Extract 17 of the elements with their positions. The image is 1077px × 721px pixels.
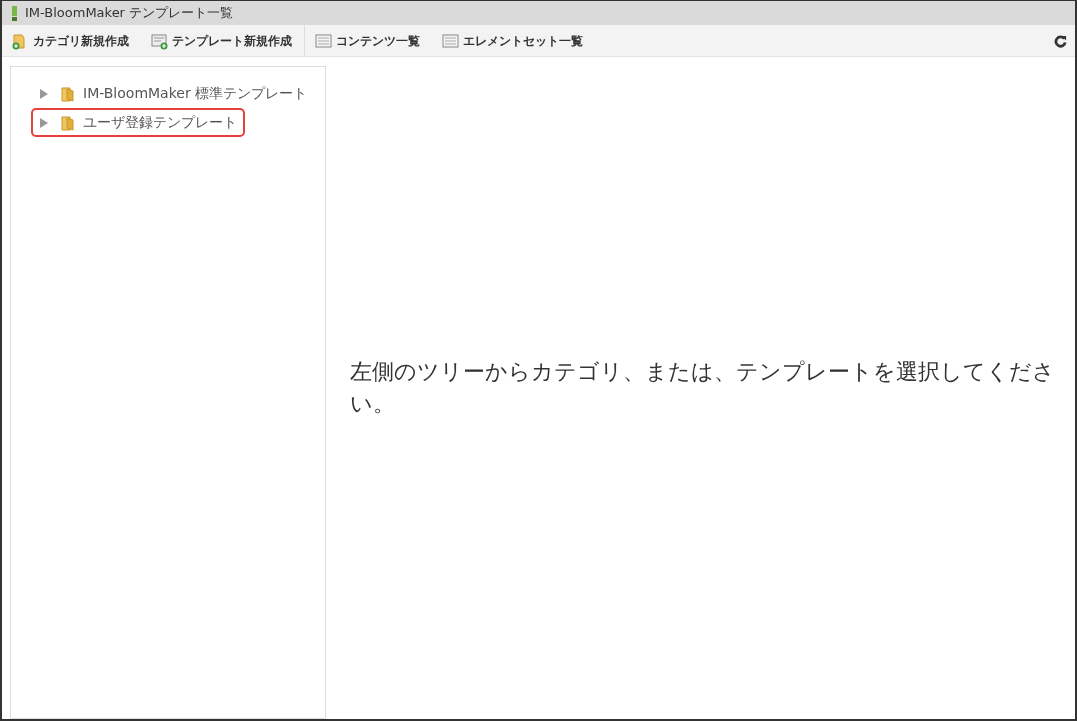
toolbar-button[interactable]: エレメントセット一覧 <box>432 25 595 56</box>
tree-item[interactable]: IM-BloomMaker 標準テンプレート <box>31 79 316 108</box>
document-plus-icon <box>151 31 168 50</box>
window-title: IM-BloomMaker テンプレート一覧 <box>25 4 234 23</box>
toolbar-button[interactable]: カテゴリ新規作成 <box>2 25 141 56</box>
list-icon <box>315 31 332 50</box>
folder-icon <box>61 114 75 131</box>
tree-item[interactable]: ユーザ登録テンプレート <box>31 108 245 137</box>
refresh-icon[interactable] <box>1054 34 1067 48</box>
folder-icon <box>61 85 75 102</box>
app-icon <box>12 5 17 21</box>
instruction-message: 左側のツリーからカテゴリ、または、テンプレートを選択してください。 <box>349 358 1057 418</box>
toolbar-button[interactable]: テンプレート新規作成 <box>141 25 304 56</box>
list-icon <box>442 31 459 50</box>
expand-arrow-icon[interactable] <box>39 117 49 128</box>
expand-arrow-icon[interactable] <box>39 88 49 99</box>
toolbar-button[interactable]: コンテンツ一覧 <box>305 25 432 56</box>
